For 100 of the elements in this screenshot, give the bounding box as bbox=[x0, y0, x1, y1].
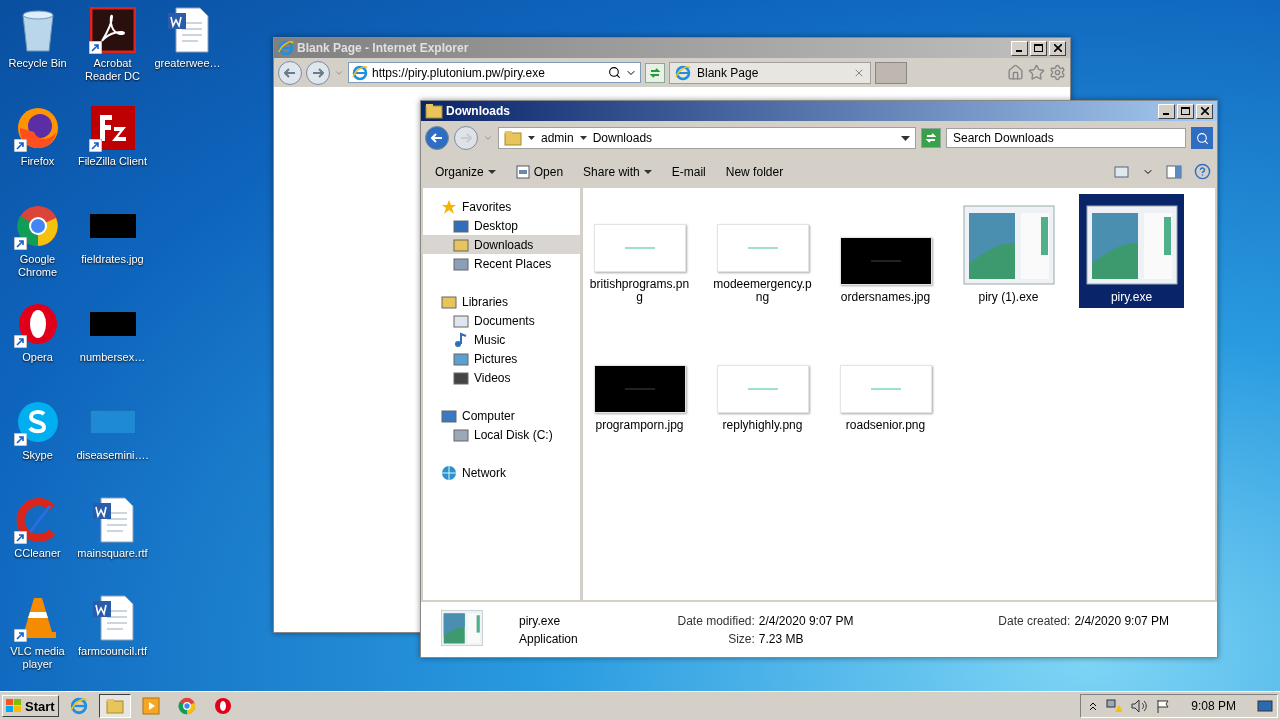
search-field[interactable]: Search Downloads bbox=[946, 128, 1186, 148]
address-bar[interactable]: admin Downloads bbox=[498, 127, 916, 149]
filezilla-icon bbox=[89, 105, 136, 151]
toolbar-button[interactable]: E-mail bbox=[663, 161, 714, 182]
field-value: 2/4/2020 9:07 PM bbox=[758, 613, 855, 628]
maximize-button[interactable] bbox=[1030, 40, 1047, 56]
sidebar-item[interactable]: Documents bbox=[423, 311, 580, 330]
line-mark-icon bbox=[870, 388, 901, 390]
maximize-icon bbox=[1181, 107, 1190, 115]
maximize-button[interactable] bbox=[1177, 103, 1194, 119]
shortcut-arrow-icon bbox=[13, 531, 27, 544]
sidebar-item[interactable]: Libraries bbox=[423, 292, 580, 311]
desktop-icon-label[interactable]: FileZilla Client bbox=[75, 155, 150, 168]
line-mark-icon bbox=[747, 247, 778, 249]
sidebar-item[interactable]: Computer bbox=[423, 406, 580, 425]
desktop-icon-label[interactable]: VLC media player bbox=[0, 645, 75, 671]
preview-pane-icon[interactable] bbox=[1166, 164, 1182, 179]
desktop-icon-label[interactable]: Recycle Bin bbox=[0, 57, 75, 70]
new-tab-button[interactable] bbox=[875, 61, 907, 84]
forward-button[interactable] bbox=[306, 60, 330, 85]
internet-explorer-icon bbox=[675, 64, 691, 81]
field-value: 7.23 MB bbox=[758, 631, 805, 646]
breadcrumb-item[interactable]: Downloads bbox=[592, 131, 653, 145]
flag-icon[interactable] bbox=[1156, 699, 1171, 713]
file-item[interactable]: piry (1).exe bbox=[956, 194, 1061, 308]
favorites-icon[interactable] bbox=[1028, 64, 1045, 81]
toolbar-button[interactable]: Share with bbox=[575, 161, 660, 182]
music-note-icon bbox=[453, 331, 469, 348]
desktop-icon-label[interactable]: Acrobat Reader DC bbox=[75, 57, 150, 83]
taskbar-button[interactable] bbox=[98, 694, 131, 718]
network-icon[interactable] bbox=[1106, 699, 1123, 713]
sidebar-item[interactable]: Videos bbox=[423, 368, 580, 387]
search-button[interactable] bbox=[1191, 127, 1213, 149]
line-mark-icon bbox=[747, 388, 778, 390]
skype-icon bbox=[15, 400, 60, 444]
caret-icon bbox=[579, 136, 587, 140]
desktop-icon-label[interactable]: Firefox bbox=[0, 155, 75, 168]
browser-tab[interactable]: Blank Page bbox=[669, 61, 871, 84]
folder-icon bbox=[441, 293, 457, 310]
sidebar-item[interactable]: Desktop bbox=[423, 216, 580, 235]
desktop-icon-label[interactable]: Opera bbox=[0, 351, 75, 364]
close-button[interactable] bbox=[1049, 40, 1066, 56]
chevron-up-icon[interactable] bbox=[1089, 701, 1098, 711]
dark-image-thumbnail bbox=[89, 214, 136, 238]
field-label: Date created: bbox=[997, 613, 1071, 628]
desktop-icon-label[interactable]: farmcouncil.rtf bbox=[75, 645, 150, 658]
open-icon bbox=[515, 164, 530, 179]
shortcut-arrow-icon bbox=[88, 41, 102, 54]
application-window-icon bbox=[962, 205, 1055, 285]
desktop-icon-label[interactable]: Google Chrome bbox=[0, 253, 75, 279]
desktop-icon-label[interactable]: diseasemini…. bbox=[75, 449, 150, 462]
start-button[interactable]: Start bbox=[2, 695, 59, 717]
caret-icon[interactable] bbox=[901, 135, 910, 141]
line-mark-icon bbox=[624, 247, 655, 249]
desktop-icon-label[interactable]: numbersex… bbox=[75, 351, 150, 364]
sidebar-item[interactable]: Local Disk (C:) bbox=[423, 425, 580, 444]
close-button[interactable] bbox=[1196, 103, 1213, 119]
minimize-button[interactable] bbox=[1011, 40, 1028, 56]
sidebar-item[interactable]: Downloads bbox=[423, 235, 580, 254]
back-button[interactable] bbox=[425, 126, 449, 150]
file-item[interactable]: piry.exe bbox=[1079, 194, 1184, 308]
view-options-icon[interactable] bbox=[1114, 164, 1130, 179]
dark-image-thumbnail bbox=[89, 312, 136, 336]
refresh-button[interactable] bbox=[921, 128, 941, 148]
home-icon[interactable] bbox=[1007, 64, 1024, 81]
toolbar-button[interactable]: New folder bbox=[717, 161, 792, 182]
forward-button[interactable] bbox=[454, 126, 478, 150]
desktop-icon-label[interactable]: CCleaner bbox=[0, 547, 75, 560]
desktop-icon-label[interactable]: greaterwee… bbox=[150, 57, 225, 70]
file-item[interactable]: ordersnames.jpg bbox=[833, 194, 938, 308]
close-icon bbox=[1053, 44, 1062, 52]
sidebar-item[interactable]: Network bbox=[423, 463, 580, 482]
show-desktop-icon[interactable] bbox=[1257, 699, 1273, 713]
shortcut-arrow-icon bbox=[13, 237, 27, 250]
file-item[interactable]: replyhighly.png bbox=[710, 322, 815, 436]
back-arrow-icon bbox=[284, 67, 296, 78]
file-item[interactable]: britishprograms.png bbox=[587, 194, 692, 308]
file-item[interactable]: programporn.jpg bbox=[587, 322, 692, 436]
search-icon[interactable] bbox=[608, 66, 621, 79]
minimize-button[interactable] bbox=[1158, 103, 1175, 119]
compatibility-button[interactable] bbox=[645, 62, 665, 83]
sidebar-item[interactable]: Music bbox=[423, 330, 580, 349]
toolbar-button[interactable]: Organize bbox=[427, 161, 504, 182]
speaker-icon[interactable] bbox=[1131, 699, 1148, 713]
window-title: Downloads bbox=[446, 104, 511, 118]
window-title: Blank Page - Internet Explorer bbox=[297, 41, 470, 55]
sidebar-item[interactable]: Recent Places bbox=[423, 254, 580, 273]
sidebar-item[interactable]: Favorites bbox=[423, 197, 580, 216]
file-item[interactable]: roadsenior.png bbox=[833, 322, 938, 436]
desktop-icon-label[interactable]: fieldrates.jpg bbox=[75, 253, 150, 266]
desktop-icon-label[interactable]: Skype bbox=[0, 449, 75, 462]
toolbar-button[interactable]: Open bbox=[507, 161, 572, 182]
address-field[interactable]: https://piry.plutonium.pw/piry.exe bbox=[348, 62, 641, 83]
help-icon[interactable] bbox=[1194, 163, 1211, 180]
file-item[interactable]: modeemergency.png bbox=[710, 194, 815, 308]
sidebar-item[interactable]: Pictures bbox=[423, 349, 580, 368]
back-button[interactable] bbox=[278, 60, 302, 85]
breadcrumb-item[interactable]: admin bbox=[541, 131, 574, 145]
desktop-icon-label[interactable]: mainsquare.rtf bbox=[75, 547, 150, 560]
settings-icon[interactable] bbox=[1049, 64, 1066, 81]
